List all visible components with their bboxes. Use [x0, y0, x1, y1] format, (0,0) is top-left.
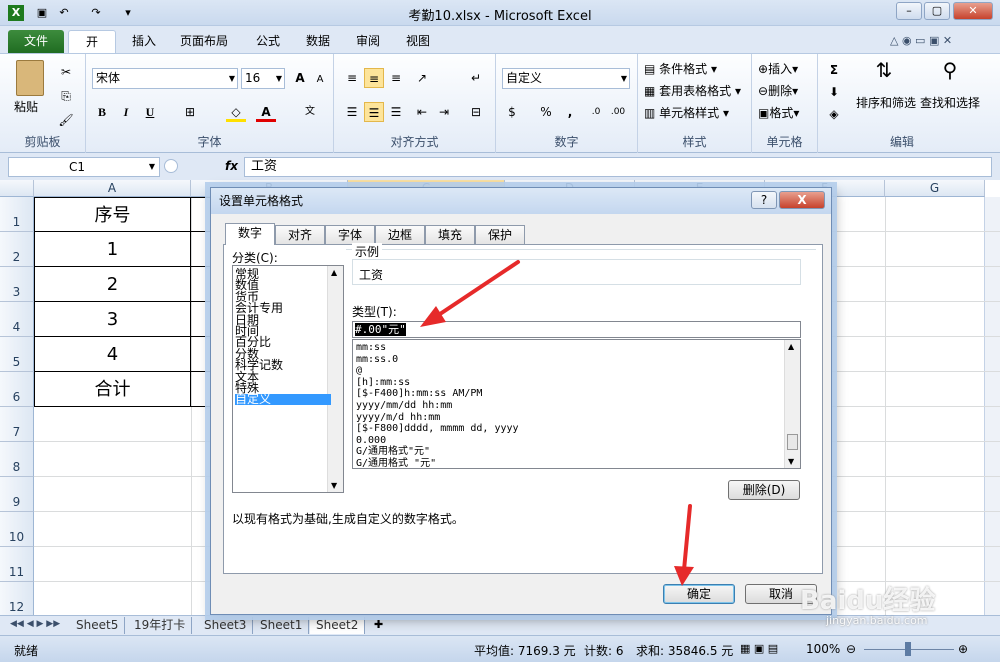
watermark-logo: Baidu经验: [800, 586, 936, 616]
arrow-to-ok-icon: [674, 504, 694, 586]
arrow-to-type-icon: [420, 260, 520, 327]
watermark-url: jingyan.baidu.com: [826, 614, 928, 627]
annotation-arrows: [420, 260, 694, 586]
